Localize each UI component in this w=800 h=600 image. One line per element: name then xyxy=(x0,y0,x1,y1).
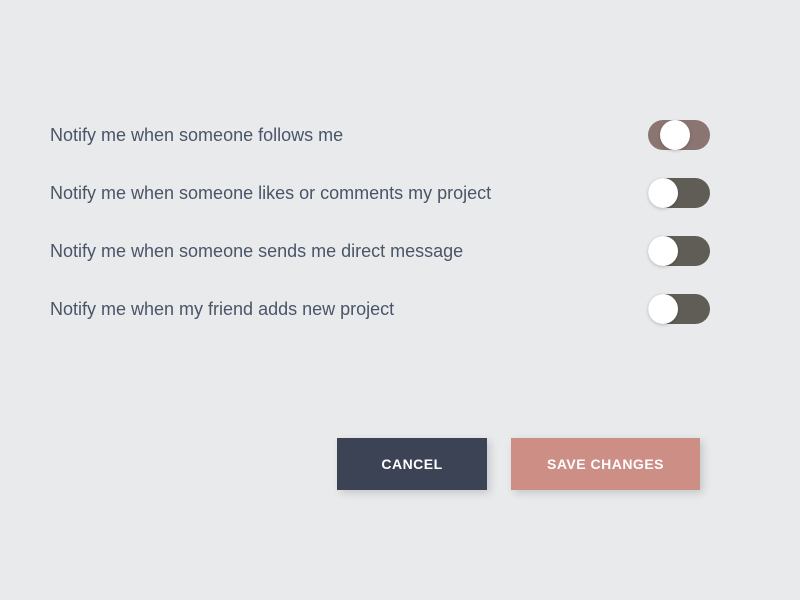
save-changes-button[interactable]: SAVE CHANGES xyxy=(511,438,700,490)
toggle-knob xyxy=(648,294,678,324)
toggle-friend-project[interactable] xyxy=(648,294,710,324)
setting-label: Notify me when someone likes or comments… xyxy=(50,183,491,204)
toggle-knob xyxy=(648,178,678,208)
setting-label: Notify me when someone follows me xyxy=(50,125,343,146)
setting-label: Notify me when someone sends me direct m… xyxy=(50,241,463,262)
toggle-direct-message[interactable] xyxy=(648,236,710,266)
toggle-follows[interactable] xyxy=(648,120,710,150)
toggle-likes-comments[interactable] xyxy=(648,178,710,208)
toggle-knob xyxy=(648,236,678,266)
setting-row-direct-message: Notify me when someone sends me direct m… xyxy=(50,236,710,266)
toggle-knob xyxy=(660,120,690,150)
cancel-button[interactable]: CANCEL xyxy=(337,438,487,490)
setting-row-friend-project: Notify me when my friend adds new projec… xyxy=(50,294,710,324)
action-buttons: CANCEL SAVE CHANGES xyxy=(337,438,700,490)
setting-row-follows: Notify me when someone follows me xyxy=(50,120,710,150)
notification-settings-panel: Notify me when someone follows me Notify… xyxy=(0,0,800,324)
setting-label: Notify me when my friend adds new projec… xyxy=(50,299,394,320)
setting-row-likes-comments: Notify me when someone likes or comments… xyxy=(50,178,710,208)
